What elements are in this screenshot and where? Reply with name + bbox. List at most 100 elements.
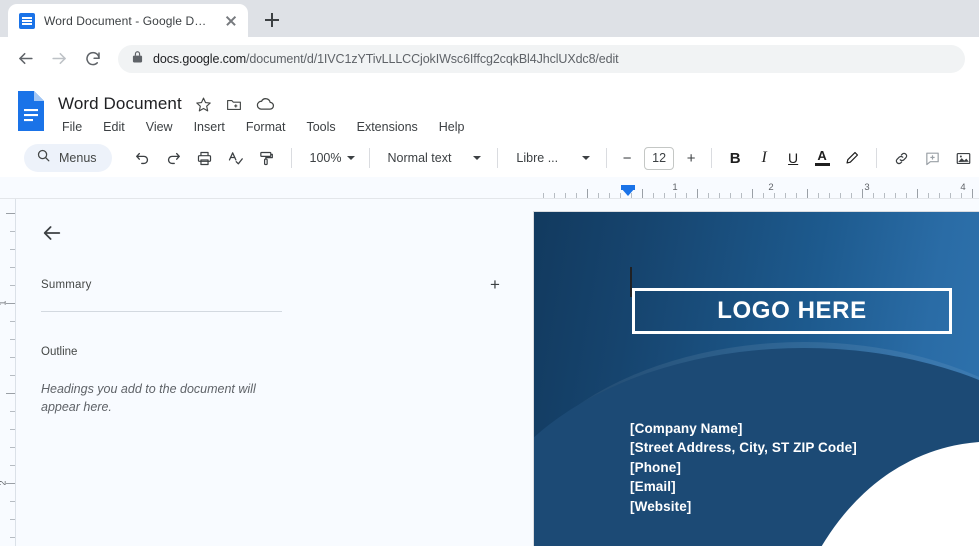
insert-image-icon[interactable] [949, 144, 977, 172]
summary-label: Summary [41, 279, 92, 291]
text-color-swatch [814, 163, 830, 166]
toolbar-divider [606, 148, 608, 168]
font-size-input[interactable]: 12 [644, 146, 675, 170]
menu-item-tools[interactable]: Tools [304, 118, 337, 136]
first-line-indent-marker[interactable] [621, 185, 635, 196]
undo-icon[interactable] [129, 144, 157, 172]
toolbar-divider [290, 148, 292, 168]
google-docs-app: Word Document File Edit View Insert Form… [0, 80, 979, 546]
url-path: /document/d/1IVC1zYTivLLLCCjokIWsc6Iffcg… [246, 51, 619, 66]
docs-menu-bar: File Edit View Insert Format Tools Exten… [58, 118, 467, 136]
company-name-line: [Company Name] [630, 421, 743, 436]
toolbar-divider [876, 148, 878, 168]
menu-item-help[interactable]: Help [437, 118, 467, 136]
browser-tab[interactable]: Word Document - Google Docs [8, 4, 248, 37]
street-address-line: [Street Address, City, ST ZIP Code] [630, 440, 857, 456]
ruler-number-3: 3 [864, 182, 870, 193]
company-info-block[interactable]: [Company Name] [Street Address, City, ST… [630, 419, 857, 516]
docs-title-row: Word Document [58, 91, 467, 117]
summary-divider [41, 311, 282, 312]
forward-arrow-icon [44, 44, 74, 74]
summary-row: Summary + [41, 275, 505, 295]
reload-icon[interactable] [78, 44, 108, 74]
close-outline-back-icon[interactable] [41, 221, 65, 245]
toolbar-divider [368, 148, 370, 168]
address-bar-url: docs.google.com/document/d/1IVC1zYTivLLL… [153, 52, 619, 66]
text-color-button[interactable]: A [809, 145, 835, 171]
paint-format-icon[interactable] [253, 144, 281, 172]
chevron-down-icon [473, 156, 482, 160]
chevron-down-icon [582, 156, 591, 160]
phone-line: [Phone] [630, 459, 681, 475]
move-to-folder-icon[interactable] [225, 96, 243, 113]
redo-icon[interactable] [160, 144, 188, 172]
paragraph-style-value: Normal text [387, 151, 452, 165]
toolbar-divider [711, 148, 713, 168]
star-icon[interactable] [195, 96, 212, 113]
tab-title: Word Document - Google Docs [44, 13, 213, 28]
paragraph-style-selector[interactable]: Normal text [380, 145, 488, 171]
menu-item-file[interactable]: File [60, 118, 84, 136]
back-arrow-icon[interactable] [10, 44, 40, 74]
close-tab-icon[interactable] [222, 12, 240, 30]
toolbar-divider [497, 148, 499, 168]
document-canvas[interactable]: LOGO HERE [Company Name] [Street Address… [533, 199, 979, 546]
spellcheck-icon[interactable] [222, 144, 250, 172]
add-comment-icon[interactable] [918, 144, 946, 172]
vertical-ruler-number-2: 2 [0, 480, 7, 485]
zoom-selector[interactable]: 100% [302, 145, 359, 171]
menus-label: Menus [59, 151, 97, 165]
google-docs-logo-icon[interactable] [14, 89, 48, 133]
menu-item-insert[interactable]: Insert [192, 118, 227, 136]
outline-label: Outline [41, 346, 78, 358]
browser-window: Word Document - Google Docs docs.google.… [0, 0, 979, 551]
outline-empty-hint: Headings you add to the document will ap… [41, 382, 256, 414]
italic-button[interactable]: I [751, 145, 777, 171]
ruler-number-2: 2 [768, 182, 774, 193]
font-family-selector[interactable]: Libre ... [508, 145, 596, 171]
font-size-stepper: − 12 + [617, 146, 701, 170]
email-line: [Email] [630, 479, 676, 495]
logo-placeholder-box[interactable]: LOGO HERE [632, 288, 952, 334]
menu-item-format[interactable]: Format [244, 118, 288, 136]
menu-item-view[interactable]: View [144, 118, 175, 136]
menu-item-extensions[interactable]: Extensions [355, 118, 420, 136]
address-bar[interactable]: docs.google.com/document/d/1IVC1zYTivLLL… [118, 44, 965, 73]
docs-title-block: Word Document File Edit View Insert Form… [58, 89, 467, 136]
page-title[interactable]: Word Document [58, 94, 182, 114]
chevron-down-icon [346, 156, 355, 160]
vertical-ruler-number-1: 1 [0, 300, 7, 305]
lock-icon [132, 50, 143, 68]
bold-button[interactable]: B [722, 145, 748, 171]
underline-button[interactable]: U [780, 145, 806, 171]
menus-search-button[interactable]: Menus [24, 144, 112, 172]
link-icon[interactable] [887, 144, 915, 172]
new-tab-button[interactable] [258, 6, 286, 34]
zoom-value: 100% [309, 151, 342, 165]
ruler-number-1: 1 [672, 182, 678, 193]
docs-toolbar: Menus 100% Normal text Libre ... − 12 + … [0, 139, 979, 177]
letterhead-banner[interactable]: LOGO HERE [Company Name] [Street Address… [534, 212, 979, 546]
increase-font-size-button[interactable]: + [681, 147, 701, 169]
tab-strip: Word Document - Google Docs [0, 0, 979, 37]
decrease-font-size-button[interactable]: − [617, 147, 637, 169]
docs-body: 1 2 Summary + Outline Headings you add t… [0, 199, 979, 546]
print-icon[interactable] [191, 144, 219, 172]
cloud-saved-icon[interactable] [256, 96, 275, 112]
horizontal-ruler[interactable]: 1 2 3 4 [0, 177, 979, 199]
website-line: [Website] [630, 498, 692, 514]
ruler-number-4: 4 [960, 182, 966, 193]
text-color-letter: A [817, 148, 827, 163]
ruler-page-zone: 1 2 3 4 [533, 177, 979, 198]
font-family-value: Libre ... [516, 151, 559, 165]
logo-placeholder-text: LOGO HERE [717, 297, 867, 324]
add-summary-button[interactable]: + [485, 275, 505, 295]
browser-navigation-bar: docs.google.com/document/d/1IVC1zYTivLLL… [0, 37, 979, 80]
highlight-pen-icon[interactable] [838, 144, 866, 172]
url-domain: docs.google.com [153, 51, 247, 66]
docs-header: Word Document File Edit View Insert Form… [0, 80, 979, 139]
document-page[interactable]: LOGO HERE [Company Name] [Street Address… [533, 211, 979, 546]
menu-item-edit[interactable]: Edit [101, 118, 127, 136]
vertical-ruler[interactable]: 1 2 [0, 199, 15, 546]
google-docs-favicon-icon [19, 12, 35, 29]
